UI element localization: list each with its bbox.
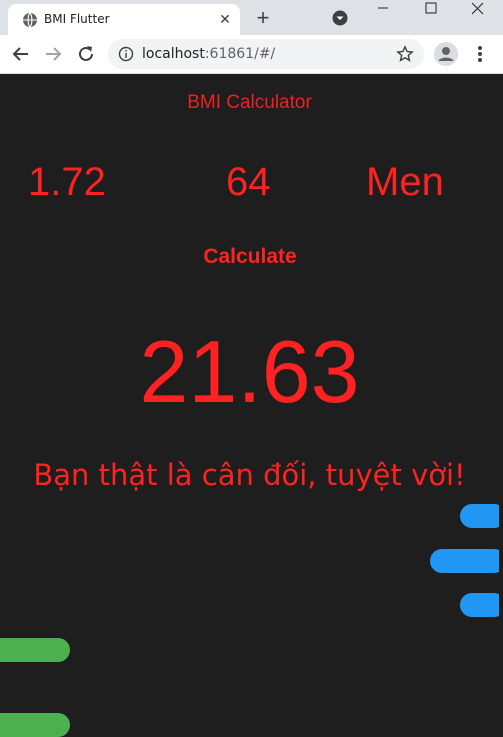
bmi-result: 21.63 <box>139 322 360 421</box>
blue-bar-1 <box>460 504 503 528</box>
window-edge <box>499 74 503 734</box>
close-icon[interactable]: ✕ <box>218 12 232 26</box>
arrow-left-icon[interactable] <box>10 43 32 65</box>
blue-bar-3 <box>460 593 503 617</box>
height-value[interactable]: 1.72 <box>28 160 106 205</box>
app-title: BMI Calculator <box>187 92 312 113</box>
gender-value[interactable]: Men <box>366 160 444 205</box>
tab-title: BMI Flutter <box>44 12 110 26</box>
address-bar[interactable]: localhost:61861/#/ <box>108 39 424 69</box>
star-icon[interactable] <box>396 45 414 63</box>
kebab-menu-icon[interactable] <box>470 43 490 65</box>
url-path: :61861/#/ <box>204 46 276 62</box>
app-canvas: BMI Calculator 1.72 64 Men Calculate 21.… <box>0 74 503 737</box>
weight-value[interactable]: 64 <box>226 160 271 205</box>
info-icon[interactable] <box>118 46 134 62</box>
blue-bar-2 <box>430 549 503 573</box>
green-bar-1 <box>0 638 70 662</box>
green-bar-2 <box>0 713 70 737</box>
browser-tabstrip: BMI Flutter ✕ + <box>0 0 503 35</box>
globe-icon <box>23 12 37 28</box>
reload-icon[interactable] <box>75 43 97 65</box>
person-icon <box>438 47 454 61</box>
bmi-message: Bạn thật là cân đối, tuyệt vời! <box>33 458 466 492</box>
plus-icon[interactable]: + <box>253 7 273 29</box>
tab-search-icon[interactable] <box>332 10 348 26</box>
url-text: localhost:61861/#/ <box>142 46 275 62</box>
url-host: localhost <box>142 46 205 62</box>
profile-icon[interactable] <box>434 42 458 66</box>
browser-tab[interactable]: BMI Flutter ✕ <box>8 4 240 35</box>
maximize-icon[interactable] <box>408 0 454 30</box>
browser-toolbar: localhost:61861/#/ <box>0 35 503 74</box>
arrow-right-icon[interactable] <box>42 43 64 65</box>
calculate-button[interactable]: Calculate <box>190 242 310 272</box>
minimize-icon[interactable] <box>360 0 406 30</box>
window-close-icon[interactable] <box>455 0 501 30</box>
